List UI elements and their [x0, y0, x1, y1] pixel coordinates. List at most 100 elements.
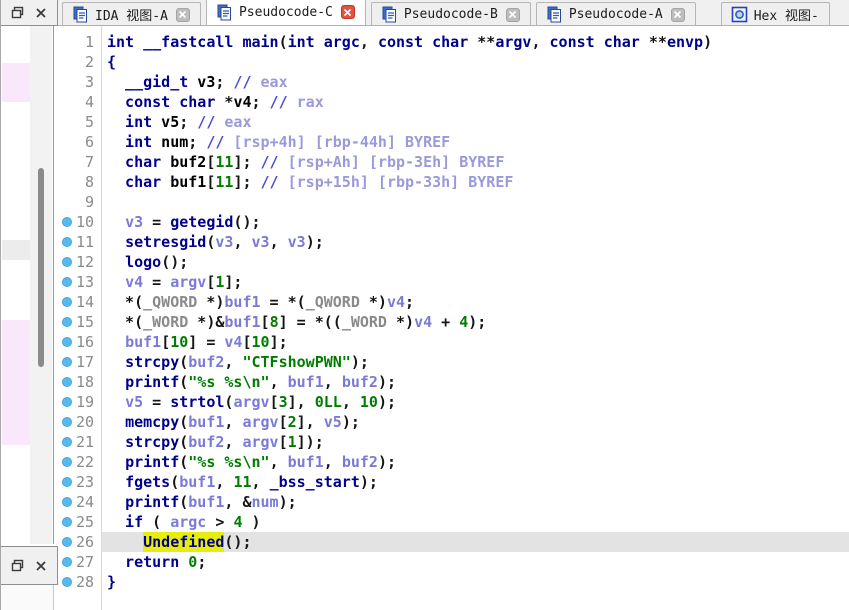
- code-line: 27 return 0;: [54, 552, 849, 572]
- tab-close-icon[interactable]: [506, 8, 520, 22]
- code-text[interactable]: *(_QWORD *)buf1 = *(_QWORD *)v4;: [102, 292, 849, 312]
- code-text[interactable]: buf1[10] = v4[10];: [102, 332, 849, 352]
- code-text[interactable]: }: [102, 572, 849, 592]
- pink-highlight: [2, 63, 30, 102]
- code-text[interactable]: strcpy(buf2, argv[1]);: [102, 432, 849, 452]
- line-address-dot-icon[interactable]: [62, 297, 72, 307]
- line-address-dot-icon[interactable]: [62, 457, 72, 467]
- code-text[interactable]: int __fastcall main(int argc, const char…: [102, 32, 849, 52]
- tab-hex-view[interactable]: Hex 视图-: [721, 2, 830, 26]
- line-address-dot-icon[interactable]: [62, 497, 72, 507]
- highlighted-identifier[interactable]: Undefined: [143, 532, 224, 552]
- code-text[interactable]: {: [102, 52, 849, 72]
- line-gutter: 19: [54, 392, 102, 412]
- tab-pseudocode-c[interactable]: Pseudocode-C: [206, 0, 366, 26]
- code-line: 23 fgets(buf1, 11, _bss_start);: [54, 472, 849, 492]
- line-address-dot-icon[interactable]: [62, 277, 72, 287]
- code-line: 26 Undefined();: [54, 532, 849, 552]
- code-text[interactable]: printf(buf1, &num);: [102, 492, 849, 512]
- code-text[interactable]: __gid_t v3; // eax: [102, 72, 849, 92]
- left-panel-titlebar: [1, 0, 58, 26]
- tab-close-icon[interactable]: [671, 8, 685, 22]
- main-area: IDA 视图-A Pseudocode-CPseudocode-BPseudoco…: [54, 0, 849, 610]
- code-line: 14 *(_QWORD *)buf1 = *(_QWORD *)v4;: [54, 292, 849, 312]
- line-number: 18: [76, 372, 94, 392]
- tab-pseudocode-a[interactable]: Pseudocode-A: [536, 2, 696, 26]
- pseudocode-icon: [546, 6, 563, 23]
- line-address-dot-icon[interactable]: [62, 397, 72, 407]
- code-text[interactable]: int v5; // eax: [102, 112, 849, 132]
- tab-close-icon[interactable]: [176, 8, 190, 22]
- line-number: 23: [76, 472, 94, 492]
- line-address-dot-icon[interactable]: [62, 377, 72, 387]
- code-text[interactable]: printf("%s %s\n", buf1, buf2);: [102, 452, 849, 472]
- line-number: 7: [85, 152, 94, 172]
- close-panel-icon[interactable]: [34, 6, 48, 20]
- code-line: 28}: [54, 572, 849, 592]
- tab-pseudocode-b[interactable]: Pseudocode-B: [371, 2, 531, 26]
- line-gutter: 10: [54, 212, 102, 232]
- code-text[interactable]: [102, 192, 849, 212]
- line-address-dot-icon[interactable]: [62, 337, 72, 347]
- code-text[interactable]: memcpy(buf1, argv[2], v5);: [102, 412, 849, 432]
- code-text[interactable]: v5 = strtol(argv[3], 0LL, 10);: [102, 392, 849, 412]
- code-text[interactable]: int num; // [rsp+4h] [rbp-44h] BYREF: [102, 132, 849, 152]
- code-text[interactable]: *(_WORD *)&buf1[8] = *((_WORD *)v4 + 4);: [102, 312, 849, 332]
- code-text[interactable]: return 0;: [102, 552, 849, 572]
- line-address-dot-icon[interactable]: [62, 417, 72, 427]
- tab-label: IDA 视图-A: [95, 5, 168, 24]
- tab-close-icon[interactable]: [341, 5, 355, 19]
- float-window-icon[interactable]: [11, 6, 25, 20]
- code-text[interactable]: logo();: [102, 252, 849, 272]
- code-lines: 1int __fastcall main(int argc, const cha…: [54, 32, 849, 592]
- tab-ida-view-a[interactable]: IDA 视图-A: [62, 2, 201, 26]
- line-gutter: 24: [54, 492, 102, 512]
- line-number: 16: [76, 332, 94, 352]
- line-address-dot-icon[interactable]: [62, 317, 72, 327]
- line-number: 22: [76, 452, 94, 472]
- side-minimap-panel[interactable]: [1, 26, 54, 544]
- code-text[interactable]: const char *v4; // rax: [102, 92, 849, 112]
- float-window-icon[interactable]: [11, 559, 25, 573]
- line-address-dot-icon[interactable]: [62, 577, 72, 587]
- line-address-dot-icon[interactable]: [62, 537, 72, 547]
- code-text[interactable]: Undefined();: [102, 532, 849, 552]
- code-line: 11 setresgid(v3, v3, v3);: [54, 232, 849, 252]
- close-panel-icon[interactable]: [34, 559, 48, 573]
- code-line: 15 *(_WORD *)&buf1[8] = *((_WORD *)v4 + …: [54, 312, 849, 332]
- line-number: 25: [76, 512, 94, 532]
- code-text[interactable]: strcpy(buf2, "CTFshowPWN");: [102, 352, 849, 372]
- line-number: 4: [85, 92, 94, 112]
- line-address-dot-icon[interactable]: [62, 257, 72, 267]
- line-address-dot-icon[interactable]: [62, 437, 72, 447]
- line-address-dot-icon[interactable]: [62, 357, 72, 367]
- line-address-dot-icon[interactable]: [62, 217, 72, 227]
- code-text[interactable]: char buf1[11]; // [rsp+15h] [rbp-33h] BY…: [102, 172, 849, 192]
- code-line: 13 v4 = argv[1];: [54, 272, 849, 292]
- code-text[interactable]: v4 = argv[1];: [102, 272, 849, 292]
- line-address-dot-icon[interactable]: [62, 477, 72, 487]
- code-text[interactable]: if ( argc > 4 ): [102, 512, 849, 532]
- ida-view-icon: [72, 6, 89, 23]
- line-address-dot-icon[interactable]: [62, 237, 72, 247]
- pseudocode-view[interactable]: 1int __fastcall main(int argc, const cha…: [54, 26, 849, 610]
- line-address-dot-icon[interactable]: [62, 517, 72, 527]
- code-text[interactable]: setresgid(v3, v3, v3);: [102, 232, 849, 252]
- bottom-panel-titlebar: [1, 546, 58, 585]
- code-text[interactable]: v3 = getegid();: [102, 212, 849, 232]
- code-text[interactable]: fgets(buf1, 11, _bss_start);: [102, 472, 849, 492]
- code-text[interactable]: char buf2[11]; // [rsp+Ah] [rbp-3Eh] BYR…: [102, 152, 849, 172]
- bottom-panel-body: [1, 585, 54, 610]
- minimap-scrollbar-thumb[interactable]: [38, 168, 44, 367]
- code-text[interactable]: printf("%s %s\n", buf1, buf2);: [102, 372, 849, 392]
- line-gutter: 23: [54, 472, 102, 492]
- line-gutter: 13: [54, 272, 102, 292]
- pseudocode-icon: [216, 4, 233, 21]
- code-line: 3 __gid_t v3; // eax: [54, 72, 849, 92]
- line-address-dot-icon[interactable]: [62, 557, 72, 567]
- code-line: 25 if ( argc > 4 ): [54, 512, 849, 532]
- line-gutter: 20: [54, 412, 102, 432]
- pseudocode-icon: [381, 6, 398, 23]
- code-line: 5 int v5; // eax: [54, 112, 849, 132]
- line-number: 14: [76, 292, 94, 312]
